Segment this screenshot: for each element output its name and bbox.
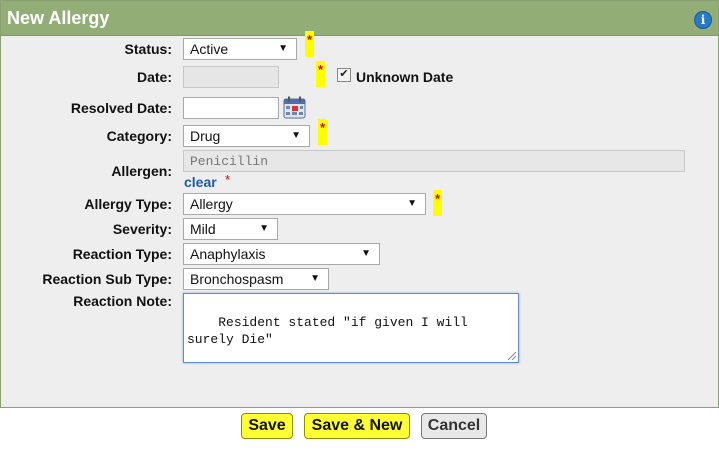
chevron-down-icon: ▼ (259, 223, 269, 234)
status-label: Status: (124, 41, 172, 57)
severity-label: Severity: (112, 221, 172, 237)
allergy-type-select[interactable]: Allergy ▼ (183, 193, 426, 215)
status-select[interactable]: Active ▼ (183, 38, 297, 60)
date-input[interactable] (183, 66, 279, 88)
reaction-sub-type-value: Bronchospasm (190, 271, 284, 287)
info-icon[interactable]: i (694, 11, 712, 29)
chevron-down-icon: ▼ (278, 43, 288, 54)
save-and-new-button[interactable]: Save & New (304, 413, 410, 439)
allergen-input[interactable]: Penicillin (183, 150, 685, 172)
status-value: Active (190, 41, 229, 57)
save-button[interactable]: Save (241, 413, 293, 439)
chevron-down-icon: ▼ (407, 198, 417, 209)
required-marker: * (305, 31, 314, 57)
chevron-down-icon: ▼ (310, 273, 320, 284)
reaction-note-label: Reaction Note: (73, 293, 172, 309)
severity-select[interactable]: Mild ▼ (183, 218, 278, 240)
category-label: Category: (106, 128, 172, 144)
date-label: Date: (136, 69, 172, 85)
reaction-type-value: Anaphylaxis (190, 246, 266, 262)
calendar-icon[interactable] (283, 96, 306, 119)
category-value: Drug (190, 128, 221, 144)
reaction-type-label: Reaction Type: (72, 246, 172, 262)
category-select[interactable]: Drug ▼ (183, 125, 310, 147)
reaction-type-select[interactable]: Anaphylaxis ▼ (183, 243, 380, 265)
required-marker: * (316, 61, 325, 87)
new-allergy-dialog: New Allergy i Status: Active ▼ * Date: *… (0, 0, 719, 408)
clear-allergen-link[interactable]: clear (184, 174, 217, 190)
allergy-type-label: Allergy Type: (84, 196, 172, 212)
chevron-down-icon: ▼ (361, 248, 371, 259)
resize-handle-icon[interactable] (508, 352, 516, 360)
resolved-date-label: Resolved Date: (70, 100, 172, 116)
cancel-button[interactable]: Cancel (421, 413, 487, 439)
required-marker: * (433, 190, 442, 216)
chevron-down-icon: ▼ (291, 130, 301, 141)
reaction-sub-type-label: Reaction Sub Type: (42, 271, 172, 287)
resolved-date-input[interactable] (183, 97, 279, 119)
unknown-date-label: Unknown Date (356, 69, 454, 85)
severity-value: Mild (190, 221, 216, 237)
allergy-type-value: Allergy (190, 196, 233, 212)
allergen-label: Allergen: (111, 163, 172, 179)
unknown-date-checkbox[interactable]: ✔ (337, 68, 351, 82)
reaction-note-text: Resident stated "if given I will surely … (187, 315, 468, 347)
required-marker: * (318, 119, 327, 145)
reaction-sub-type-select[interactable]: Bronchospasm ▼ (183, 268, 329, 290)
reaction-note-textarea[interactable]: Resident stated "if given I will surely … (183, 293, 519, 363)
dialog-title-bar: New Allergy i (1, 1, 718, 36)
required-marker: * (225, 172, 231, 187)
dialog-title: New Allergy (7, 8, 110, 28)
